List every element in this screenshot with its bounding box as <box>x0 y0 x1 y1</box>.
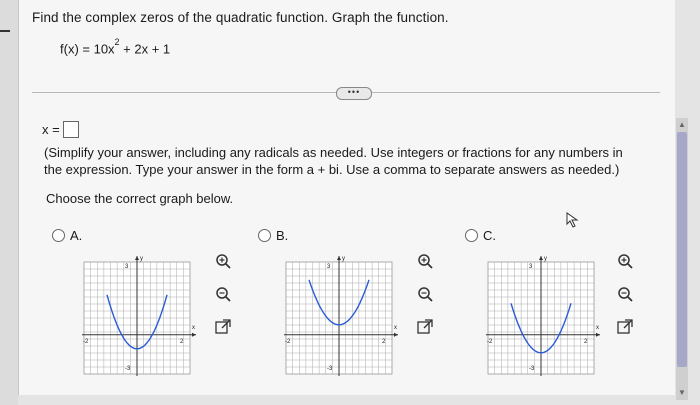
y-min-label: -3 <box>529 366 535 372</box>
x-axis-label: x <box>596 325 599 331</box>
x-min-label: -2 <box>285 339 291 345</box>
option-c[interactable]: C. <box>465 228 496 243</box>
scroll-down-icon[interactable]: ▼ <box>678 388 686 397</box>
option-c-label: C. <box>483 228 496 243</box>
y-min-label: -3 <box>125 366 131 372</box>
x-axis-label: x <box>192 325 195 331</box>
external-link-icon[interactable] <box>616 318 634 336</box>
option-b-radio[interactable] <box>258 229 271 242</box>
option-b[interactable]: B. <box>258 228 288 243</box>
choose-prompt: Choose the correct graph below. <box>46 191 234 206</box>
y-axis-label: y <box>544 256 547 262</box>
answer-label: x = <box>42 122 60 137</box>
option-c-radio[interactable] <box>465 229 478 242</box>
instructions-text: (Simplify your answer, including any rad… <box>44 145 623 177</box>
external-link-icon[interactable] <box>214 318 232 336</box>
question-title: Find the complex zeros of the quadratic … <box>32 10 449 25</box>
scrollbar-thumb[interactable] <box>677 132 687 367</box>
function-expression: f(x) = 10x2 + 2x + 1 <box>60 37 171 57</box>
answer-row: x = <box>42 121 79 138</box>
x-axis-label: x <box>394 325 397 331</box>
y-axis-label: y <box>140 256 143 262</box>
x-min-label: -2 <box>83 339 89 345</box>
zoom-out-icon[interactable] <box>616 285 634 303</box>
option-a-radio[interactable] <box>52 229 65 242</box>
x-axis-arrow <box>596 332 600 337</box>
zoom-in-icon[interactable] <box>616 252 634 270</box>
option-a[interactable]: A. <box>52 228 82 243</box>
left-edge <box>0 0 18 405</box>
zoom-in-icon[interactable] <box>416 252 434 270</box>
scrollbar[interactable]: ▲ ▼ <box>676 118 688 400</box>
tools-c <box>616 252 640 351</box>
y-min-label: -3 <box>327 366 333 372</box>
scroll-up-icon[interactable]: ▲ <box>678 120 686 129</box>
function-lhs: f(x) = 10x <box>60 41 115 57</box>
x-min-label: -2 <box>487 339 493 345</box>
tools-b <box>416 252 440 351</box>
external-link-icon[interactable] <box>416 318 434 336</box>
function-rhs: + 2x + 1 <box>119 41 171 57</box>
answer-input[interactable] <box>62 121 79 138</box>
function-exponent: 2 <box>114 37 120 47</box>
tools-a <box>214 252 238 351</box>
graph-a: 3y-3-2 2x <box>82 256 196 376</box>
graph-c: 3y-3-2 2x <box>486 256 600 376</box>
graph-b: 3y-3-2 2x <box>284 256 398 376</box>
x-axis-arrow <box>394 332 398 337</box>
zoom-out-icon[interactable] <box>214 285 232 303</box>
y-axis-label: y <box>342 256 345 262</box>
edge-tick <box>0 30 10 32</box>
y-axis-arrow <box>135 256 139 260</box>
zoom-out-icon[interactable] <box>416 285 434 303</box>
y-axis-arrow <box>337 256 341 260</box>
more-button[interactable]: ••• <box>336 87 372 100</box>
zoom-in-icon[interactable] <box>214 252 232 270</box>
option-a-label: A. <box>70 228 83 243</box>
mouse-cursor-icon <box>566 212 579 228</box>
y-axis-arrow <box>539 256 543 260</box>
x-axis-arrow <box>192 332 196 337</box>
option-b-label: B. <box>276 228 289 243</box>
